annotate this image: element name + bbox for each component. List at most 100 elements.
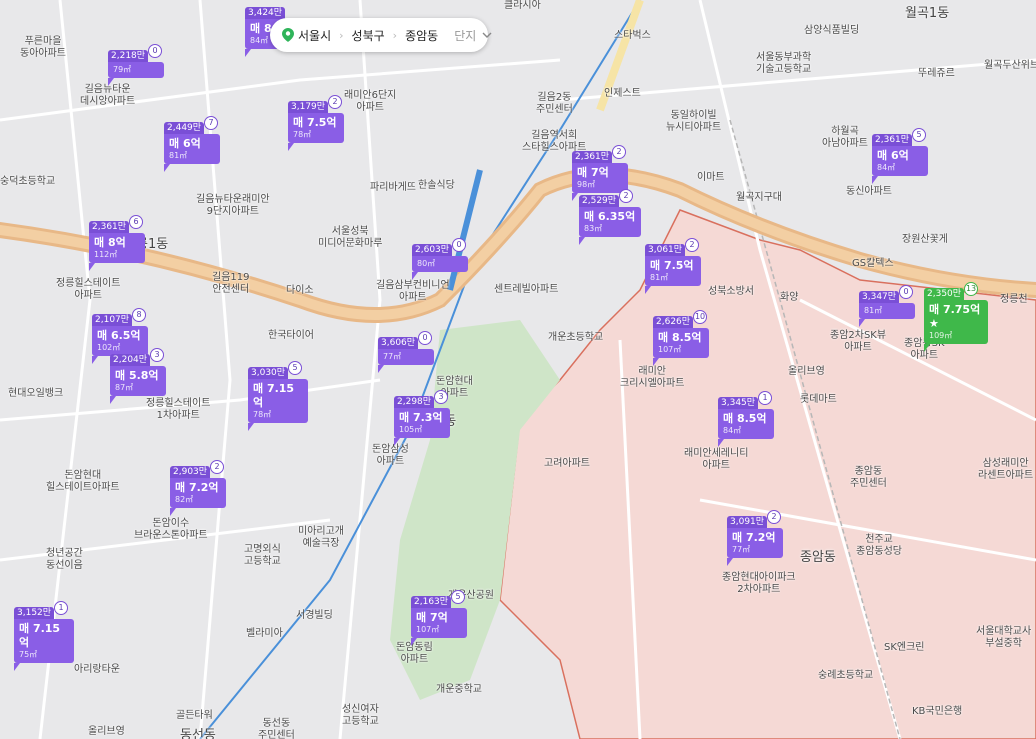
unit-price: 2,204만 3 [110,348,165,366]
listing-marker[interactable]: 3,061만 2 매 7.5억 81㎡ [645,237,709,294]
poi-label: 월곡지구대 [736,192,782,203]
listing-body: 매 6.35억 83㎡ [579,207,641,245]
poi-label: 래미안세레니티 아파트 [684,448,749,471]
listing-body: 81㎡ [859,303,915,327]
unit-price: 2,361만 2 [572,145,627,163]
listing-marker[interactable]: 2,449만 7 매 6억 81㎡ [164,115,228,172]
listing-count-badge: 3 [434,390,449,404]
listing-count-badge: 5 [288,361,303,375]
poi-label: 아리랑타운 [74,664,120,675]
listing-marker[interactable]: 3,345만 1 매 8.5억 84㎡ [718,390,782,447]
listing-marker[interactable]: 2,163만 5 매 7억 107㎡ [411,589,475,646]
poi-label: GS칼텍스 [852,258,894,269]
listing-marker[interactable]: 2,298만 3 매 7.3억 105㎡ [394,389,458,446]
poi-label: 돈암삼성 아파트 [372,444,409,467]
listing-count-badge: 0 [452,238,467,252]
listing-count-badge: 1 [54,601,69,615]
breadcrumb-dong[interactable]: 종암동 [397,27,446,44]
poi-label: 래미안 크리시엘아파트 [620,366,685,389]
listing-marker[interactable]: 2,626만 10 매 8.5억 107㎡ [653,309,717,366]
poi-label: 삼성래미안 라센트아파트 [978,458,1034,481]
listing-marker[interactable]: 3,152만 1 매 7.15억 75㎡ [14,600,78,671]
listing-count-badge: 8 [132,308,147,322]
poi-label: 한솔식당 [418,180,455,191]
unit-price: 3,030만 5 [248,361,303,379]
listing-body: 79㎡ [108,62,164,86]
complex-dropdown[interactable]: 단지 [446,27,500,44]
unit-price: 2,361만 5 [872,128,927,146]
unit-price: 2,107만 8 [92,308,147,326]
chevron-down-icon [482,32,492,38]
poi-label: 길음뉴타운 데시앙아파트 [80,84,136,107]
location-pin-icon [282,28,294,42]
poi-label: 골든타워 [176,710,213,721]
unit-price: 2,361만 6 [89,215,144,233]
listing-marker[interactable]: 3,179만 2 매 7.5억 78㎡ [288,94,352,151]
listing-marker[interactable]: 2,218만 0 79㎡ [108,43,172,86]
listing-count-badge: 6 [129,215,144,229]
listing-marker[interactable]: 2,903만 2 매 7.2억 82㎡ [170,459,234,516]
poi-label: 삼양식품빌딩 [804,25,860,36]
poi-label: 개운중학교 [436,684,482,695]
unit-price: 3,179만 2 [288,95,343,113]
listing-body: 매 7억 107㎡ [411,608,467,646]
listing-body: 매 5.8억 87㎡ [110,366,166,404]
poi-label: 고려아파트 [544,458,590,469]
unit-price: 2,903만 2 [170,460,225,478]
poi-label: 서울동부과학 기술고등학교 [756,52,812,75]
listing-marker[interactable]: 2,603만 0 80㎡ [412,237,476,280]
listing-marker[interactable]: 3,030만 5 매 7.15억 78㎡ [248,360,312,431]
listing-body: 매 6억 84㎡ [872,146,928,184]
poi-label: 동선동 주민센터 [258,718,295,739]
breadcrumb-city[interactable]: 서울시 [270,27,339,44]
unit-price: 3,606만 0 [378,331,433,349]
poi-label: 돈암이수 브라운스톤아파트 [134,518,208,541]
listing-count-badge: 2 [612,145,627,159]
listing-count-badge: 10 [693,310,708,324]
listing-marker[interactable]: 3,606만 0 77㎡ [378,330,442,373]
listing-marker[interactable]: 2,361만 2 매 7억 98㎡ [572,144,636,201]
map-canvas[interactable]: 종암동 동선동 월곡1동 룽1동 1동 길음119 안전센터 한국타이어 다이소… [0,0,1036,739]
listing-body: 매 7.15억 78㎡ [248,379,308,431]
unit-price: 3,091만 2 [727,510,782,528]
listing-body: 매 7.2억 77㎡ [727,528,783,566]
poi-label: 미아리고개 예술극장 [298,526,344,549]
listing-body: 80㎡ [412,256,468,280]
poi-label: 종암현대아이파크 2차아파트 [722,572,796,595]
poi-label: 파리바게뜨 [370,182,416,193]
poi-label: 종암동 주민센터 [850,466,887,489]
unit-price: 2,529만 2 [579,189,634,207]
listing-body: 매 6억 81㎡ [164,134,220,172]
poi-label: 성신여자 고등학교 [342,704,379,727]
poi-label: 종암2차SK뷰 아파트 [830,330,887,353]
poi-label: 현대오일뱅크 [8,388,64,399]
listing-body: 매 7.5억 81㎡ [645,256,701,294]
breadcrumb: 서울시 › 성북구 › 종암동 단지 [270,18,492,52]
poi-label: 서울대학교사 부설중학 [976,626,1032,649]
listing-marker[interactable]: 2,204만 3 매 5.8억 87㎡ [110,347,174,404]
unit-price: 2,603만 0 [412,238,467,256]
poi-label: 서울성북 미디어문화마루 [318,226,383,249]
listing-body: 매 8.5억 107㎡ [653,328,709,366]
listing-count-badge: 2 [210,460,225,474]
listing-marker[interactable]: 2,361만 6 매 8억 112㎡ [89,214,153,271]
poi-label: 월곡두산위브 [984,60,1036,71]
unit-price: 3,061만 2 [645,238,700,256]
breadcrumb-district[interactable]: 성북구 [344,27,393,44]
listing-body: 매 7.2억 82㎡ [170,478,226,516]
listing-count-badge: 1 [758,391,773,405]
listing-marker[interactable]: 3,347만 0 81㎡ [859,284,923,327]
listing-marker[interactable]: 2,361만 5 매 6억 84㎡ [872,127,936,184]
listing-body: 매 8.5억 84㎡ [718,409,774,447]
listing-count-badge: 2 [767,510,782,524]
listing-marker[interactable]: 3,091만 2 매 7.2억 77㎡ [727,509,791,566]
listing-marker[interactable]: 2,529만 2 매 6.35억 83㎡ [579,188,643,245]
listing-count-badge: 7 [204,116,219,130]
poi-label: 길음삼부컨비니언 아파트 [376,280,450,303]
listing-marker-selected[interactable]: 2,350만 13 매 7.75억 ★ 109㎡ [924,281,988,352]
poi-label: 화양 [780,292,799,303]
poi-label: 정릉천 [1000,294,1028,305]
listing-count-badge: 13 [964,282,979,296]
unit-price: 3,347만 0 [859,285,914,303]
unit-price: 2,218만 0 [108,44,163,62]
